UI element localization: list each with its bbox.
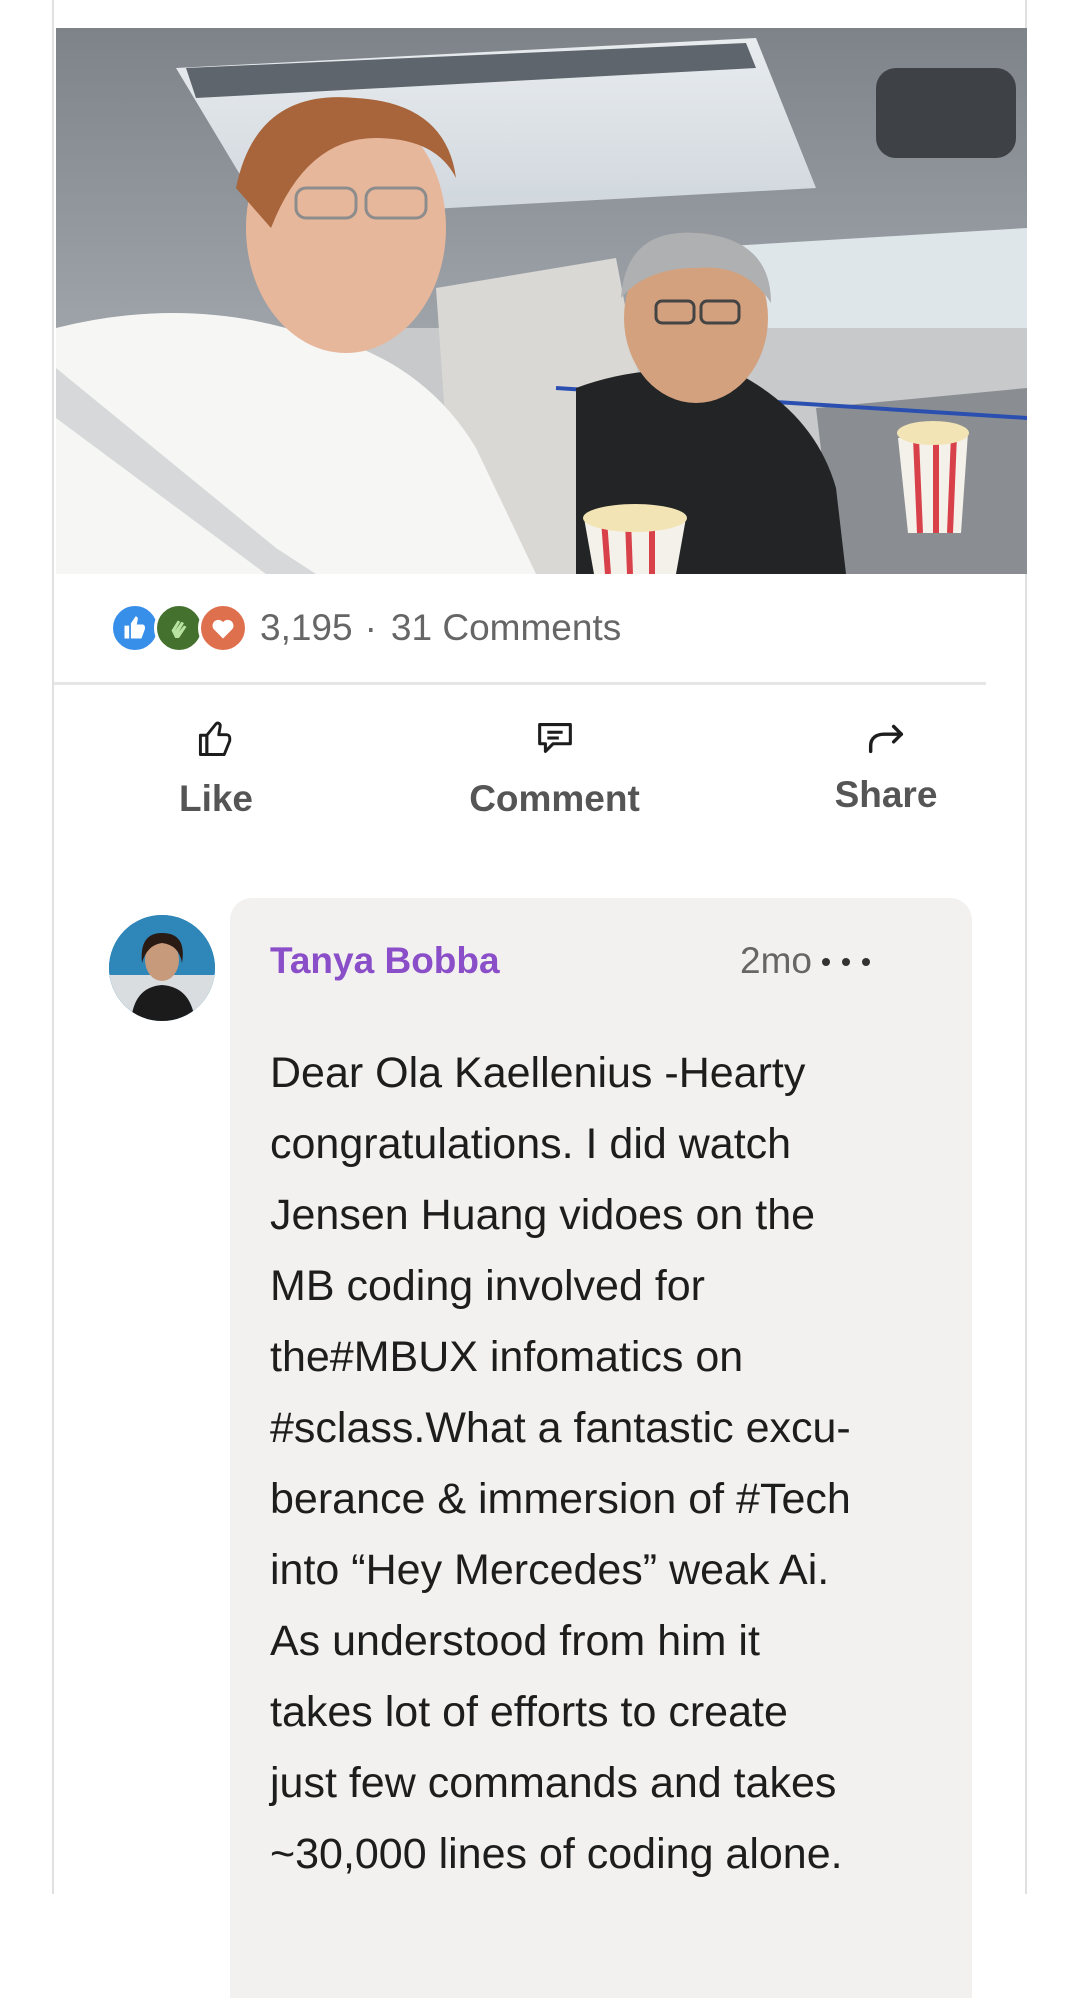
- reaction-icons: [110, 603, 248, 653]
- post-media-image[interactable]: [56, 28, 1027, 574]
- comment-label: Comment: [469, 778, 640, 819]
- comment-line: Dear Ola Kaellenius -Hearty: [270, 1049, 806, 1097]
- car-interior-photo: [56, 28, 1027, 574]
- like-button[interactable]: Like: [96, 700, 336, 840]
- comment-line: #sclass.What a fantastic excu-: [270, 1404, 851, 1452]
- commenter-avatar[interactable]: [109, 915, 215, 1021]
- divider: [54, 682, 986, 685]
- social-actions-bar: Like Comment Share: [54, 700, 1029, 840]
- comment-line: MB coding involved for: [270, 1262, 705, 1310]
- comment-timestamp: 2mo: [740, 940, 812, 981]
- comment-line: takes lot of efforts to create: [270, 1688, 788, 1736]
- comment-line: congratulations. I did watch: [270, 1120, 792, 1168]
- share-arrow-icon: [863, 706, 909, 770]
- comment-line: As understood from him it: [270, 1617, 760, 1665]
- comment-bubble: Tanya Bobba 2mo Dear Ola Kaellenius -Hea…: [230, 898, 972, 1998]
- comment-line: into “Hey Mercedes” weak Ai.: [270, 1546, 830, 1594]
- comment-line: the#MBUX infomatics on: [270, 1333, 744, 1381]
- like-label: Like: [178, 778, 254, 819]
- share-label: Share: [834, 774, 938, 815]
- separator-dot: ·: [364, 607, 377, 648]
- comment-line: ~30,000 lines of coding alone.: [270, 1830, 843, 1878]
- reaction-count[interactable]: 3,195: [260, 607, 353, 649]
- comments-count[interactable]: 31 Comments: [391, 607, 621, 649]
- social-counts[interactable]: 3,195 · 31 Comments: [110, 600, 621, 656]
- share-button[interactable]: Share: [766, 700, 1006, 840]
- comment-line: just few commands and takes: [270, 1759, 837, 1807]
- comment-header: Tanya Bobba 2mo: [270, 940, 930, 990]
- thumbs-up-icon: [194, 706, 238, 770]
- like-icon: [110, 603, 160, 653]
- comment-line: Jensen Huang vidoes on the: [270, 1191, 816, 1239]
- love-icon: [198, 603, 248, 653]
- more-options-icon[interactable]: [822, 942, 870, 982]
- commenter-name[interactable]: Tanya Bobba: [270, 940, 500, 982]
- feed-post-card: 3,195 · 31 Comments Like Comment Share T…: [52, 0, 1029, 1998]
- celebrate-icon: [154, 603, 204, 653]
- comment-button[interactable]: Comment: [432, 700, 677, 840]
- comment-line: berance & immersion of #Tech: [270, 1475, 851, 1523]
- comment-icon: [532, 706, 578, 770]
- comment-text: Dear Ola Kaellenius -Hearty congratulati…: [270, 1038, 940, 1890]
